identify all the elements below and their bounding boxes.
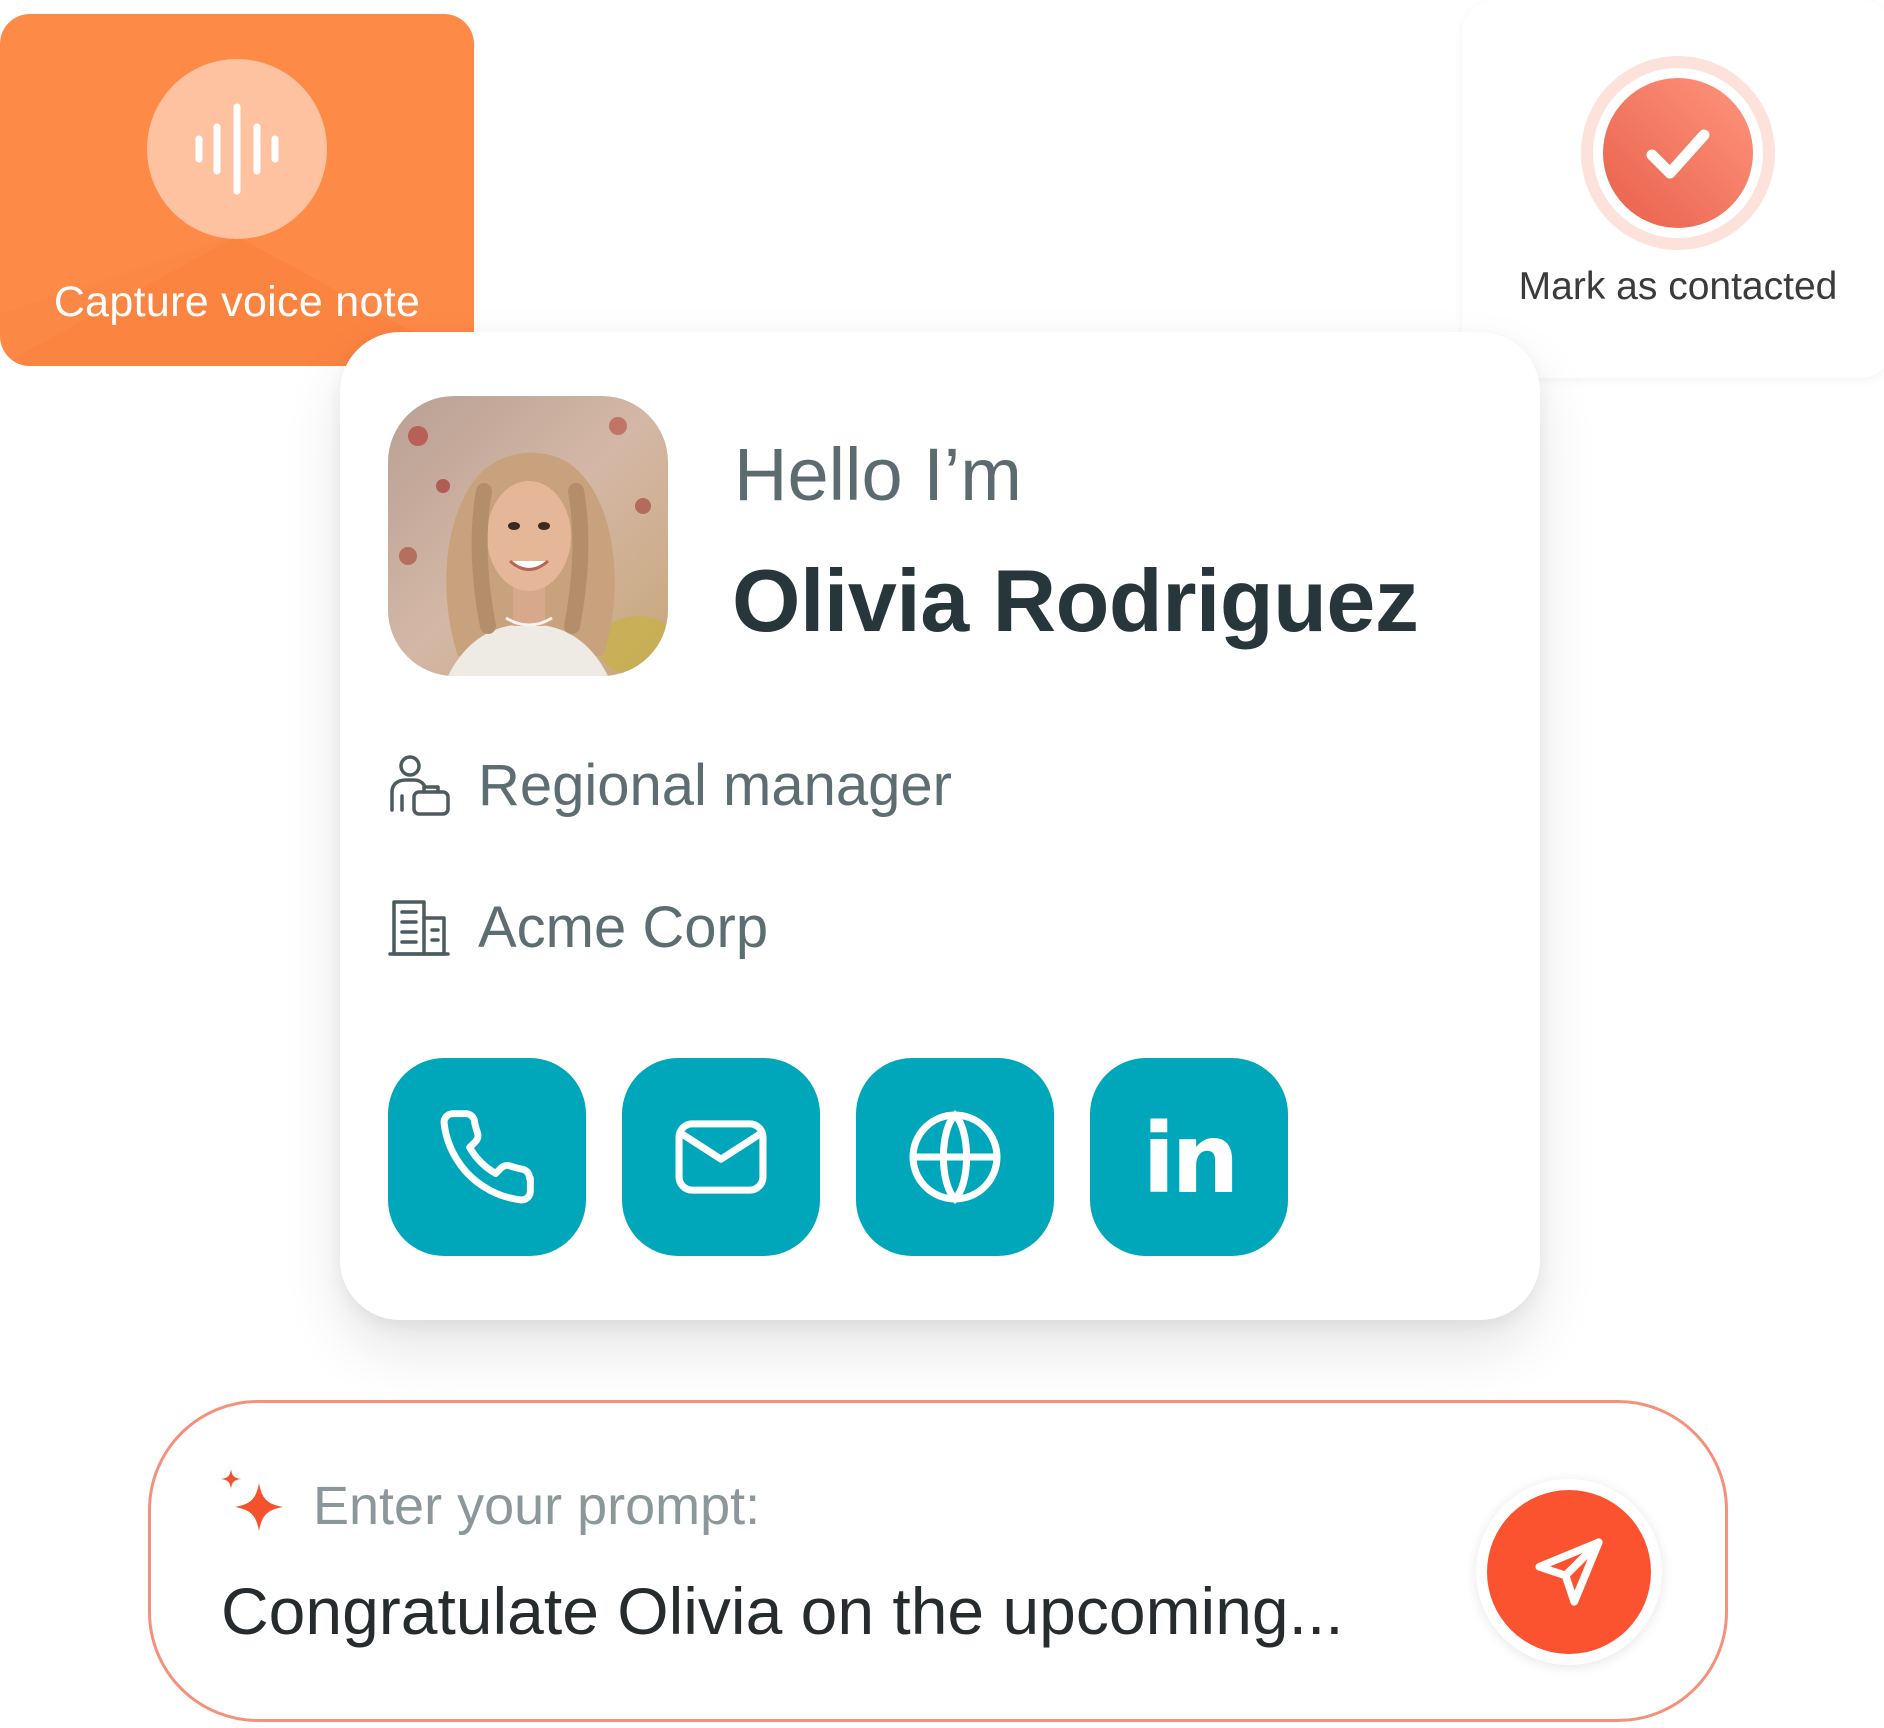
email-button[interactable] xyxy=(622,1058,820,1256)
prompt-box: Enter your prompt: xyxy=(148,1400,1728,1722)
mail-icon xyxy=(675,1120,767,1194)
voice-icon-circle xyxy=(147,59,327,239)
person-briefcase-icon xyxy=(390,754,450,816)
send-icon xyxy=(1535,1538,1603,1606)
company-row: Acme Corp xyxy=(388,894,768,961)
linkedin-icon: in xyxy=(1142,1103,1239,1215)
greeting-text: Hello I’m xyxy=(734,433,1022,516)
prompt-label: Enter your prompt: xyxy=(313,1476,761,1536)
building-icon xyxy=(388,899,450,956)
check-icon xyxy=(1646,129,1710,179)
linkedin-button[interactable]: in xyxy=(1090,1058,1288,1256)
mark-as-contacted-label: Mark as contacted xyxy=(1518,265,1838,308)
contact-actions: in xyxy=(388,1058,1324,1256)
avatar xyxy=(388,396,668,676)
capture-voice-note-label: Capture voice note xyxy=(53,278,421,326)
company-text: Acme Corp xyxy=(478,895,769,960)
send-button[interactable] xyxy=(1476,1479,1662,1665)
phone-button[interactable] xyxy=(388,1058,586,1256)
website-button[interactable] xyxy=(856,1058,1054,1256)
phone-icon xyxy=(440,1110,534,1204)
role-text: Regional manager xyxy=(478,753,952,818)
check-ring xyxy=(1581,56,1775,250)
mark-as-contacted-button[interactable]: Mark as contacted xyxy=(1462,0,1884,378)
profile-card: Hello I’m Olivia Rodriguez Regional mana… xyxy=(340,332,1540,1320)
sparkle-icon xyxy=(221,1469,283,1531)
globe-icon xyxy=(909,1110,1001,1204)
capture-voice-note-button[interactable]: Capture voice note xyxy=(0,14,474,366)
prompt-input[interactable] xyxy=(221,1573,1421,1649)
role-row: Regional manager xyxy=(388,752,952,819)
contact-name: Olivia Rodriguez xyxy=(732,551,1419,650)
audio-wave-icon xyxy=(195,103,279,195)
